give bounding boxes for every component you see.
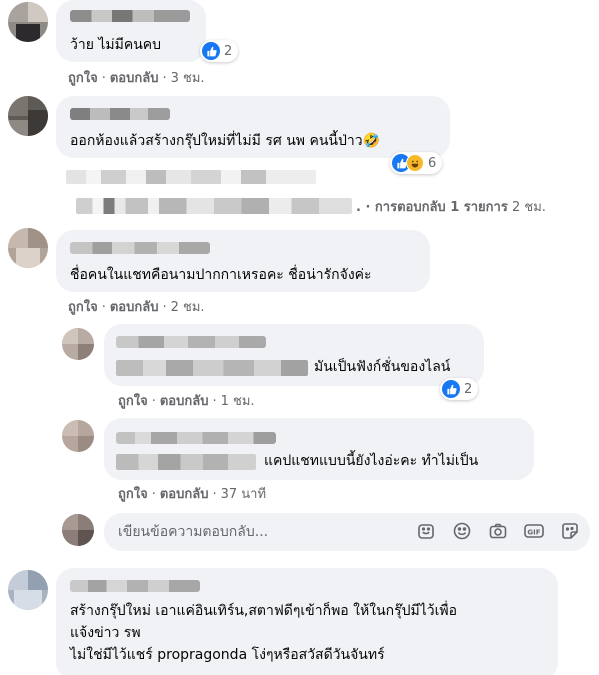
timestamp[interactable]: 1 ชม. <box>221 394 255 409</box>
emoji-icon[interactable] <box>450 519 474 543</box>
separator: · <box>162 300 167 315</box>
camera-icon[interactable] <box>486 519 510 543</box>
mention-blur <box>116 360 308 376</box>
author-name[interactable] <box>70 108 170 120</box>
reply-text: แคปแชทแบบนี้ยังไงอ่ะคะ ทำไม่เป็น <box>264 453 479 469</box>
timestamp[interactable]: 37 นาที <box>221 487 266 502</box>
comment-text-line-2: แจ้งข่าว รพ <box>70 625 141 641</box>
mention-blur <box>116 454 256 470</box>
replies-avatars-blur <box>66 170 316 184</box>
like-link[interactable]: ถูกใจ <box>118 394 148 409</box>
replies-summary-text[interactable]: . · การตอบกลับ 1 รายการ <box>356 200 508 215</box>
avatar[interactable] <box>8 2 48 42</box>
separator: · <box>162 71 167 86</box>
reply-link[interactable]: ตอบกลับ <box>160 487 209 502</box>
replies-summary[interactable]: . · การตอบกลับ 1 รายการ 2 ชม. <box>356 200 546 216</box>
sticker-smile-icon[interactable] <box>558 519 582 543</box>
comment-bubble: สร้างกรุ๊ปใหม่ เอาแค่อินเทิร์น,สตาฟดีๆเข… <box>56 568 558 675</box>
reply-toolbar: GIF <box>414 519 582 543</box>
comment-text-line-1: สร้างกรุ๊ปใหม่ เอาแค่อินเทิร์น,สตาฟดีๆเข… <box>70 603 458 619</box>
author-name[interactable] <box>116 432 276 444</box>
gif-icon[interactable]: GIF <box>522 519 546 543</box>
timestamp: 2 ชม. <box>511 200 546 215</box>
reply-text: มันเป็นฟังก์ชั่นของไลน์ <box>314 359 451 375</box>
comment-text: ชื่อคนในแชทคือนามปากกาเหรอคะ ชื่อน่ารักจ… <box>70 267 372 283</box>
like-link[interactable]: ถูกใจ <box>118 487 148 502</box>
avatar[interactable] <box>8 96 48 136</box>
like-icon <box>202 42 220 60</box>
sticker-icon[interactable] <box>414 519 438 543</box>
separator: · <box>101 300 106 315</box>
like-link[interactable]: ถูกใจ <box>68 300 98 315</box>
reply-actions: ถูกใจ · ตอบกลับ · 1 ชม. <box>118 394 255 410</box>
comment-text: ว้าย ไม่มีคนคบ <box>70 37 162 53</box>
avatar[interactable] <box>62 420 94 452</box>
reply-bubble: แคปแชทแบบนี้ยังไงอ่ะคะ ทำไม่เป็น <box>104 418 534 480</box>
replies-author-blur <box>76 198 352 214</box>
separator: · <box>151 394 156 409</box>
comment-text-line-3: ไม่ใช่มีไว้แชร์ propragonda โง่ๆหรือสวัส… <box>70 647 385 663</box>
reply-link[interactable]: ตอบกลับ <box>110 300 159 315</box>
avatar[interactable] <box>62 328 94 360</box>
author-name[interactable] <box>70 10 190 22</box>
separator: · <box>212 487 217 502</box>
like-icon <box>442 380 460 398</box>
comment-bubble: ออกห้องแล้วสร้างกรุ๊ปใหม่ที่ไม่มี รศ นพ … <box>56 96 450 158</box>
avatar[interactable] <box>8 228 48 268</box>
reply-input[interactable]: เขียนข้อความตอบกลับ... <box>118 521 268 543</box>
reaction-summary[interactable]: 2 <box>200 40 239 62</box>
reaction-count: 2 <box>224 43 233 59</box>
reaction-count: 2 <box>464 381 473 397</box>
author-name[interactable] <box>70 242 210 254</box>
comment-bubble: ว้าย ไม่มีคนคบ <box>56 0 206 62</box>
avatar[interactable] <box>8 570 48 610</box>
comment-actions: ถูกใจ · ตอบกลับ · 2 ชม. <box>68 300 205 316</box>
reaction-summary[interactable]: 2 <box>440 378 479 400</box>
author-name[interactable] <box>70 580 200 592</box>
comment-text: ออกห้องแล้วสร้างกรุ๊ปใหม่ที่ไม่มี รศ นพ … <box>70 133 380 149</box>
reply-link[interactable]: ตอบกลับ <box>110 71 159 86</box>
reply-input-box[interactable]: เขียนข้อความตอบกลับ... GIF <box>104 513 590 551</box>
comment-bubble: ชื่อคนในแชทคือนามปากกาเหรอคะ ชื่อน่ารักจ… <box>56 230 430 292</box>
haha-icon <box>406 154 424 172</box>
reply-actions: ถูกใจ · ตอบกลับ · 37 นาที <box>118 487 266 503</box>
timestamp[interactable]: 2 ชม. <box>171 300 205 315</box>
separator: · <box>212 394 217 409</box>
like-link[interactable]: ถูกใจ <box>68 71 98 86</box>
comment-actions: ถูกใจ · ตอบกลับ · 3 ชม. <box>68 71 205 87</box>
timestamp[interactable]: 3 ชม. <box>171 71 205 86</box>
avatar <box>62 514 94 546</box>
reply-bubble: มันเป็นฟังก์ชั่นของไลน์ <box>104 324 484 386</box>
author-name[interactable] <box>116 336 266 348</box>
separator: · <box>101 71 106 86</box>
reply-link[interactable]: ตอบกลับ <box>160 394 209 409</box>
separator: · <box>151 487 156 502</box>
reaction-summary[interactable]: 6 <box>390 152 443 174</box>
svg-text:GIF: GIF <box>527 529 540 537</box>
reaction-count: 6 <box>428 155 437 171</box>
